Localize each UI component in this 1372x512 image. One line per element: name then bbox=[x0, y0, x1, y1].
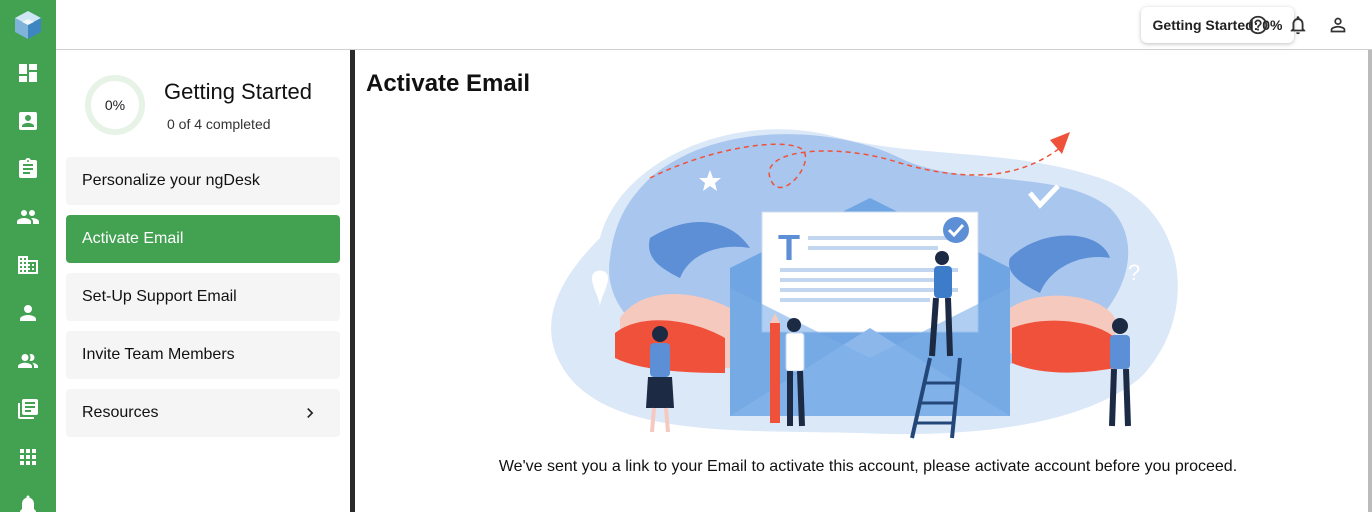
top-bar: Getting Started: 0% bbox=[56, 0, 1372, 50]
activation-message: We've sent you a link to your Email to a… bbox=[498, 458, 1238, 475]
step-support-email[interactable]: Set-Up Support Email bbox=[66, 273, 340, 321]
page-title: Activate Email bbox=[366, 70, 531, 97]
group-icon[interactable] bbox=[16, 349, 40, 373]
people-icon[interactable] bbox=[16, 205, 40, 229]
progress-percent-text: 0% bbox=[104, 97, 126, 113]
contact-card-icon[interactable] bbox=[16, 109, 40, 133]
step-label: Activate Email bbox=[82, 230, 184, 247]
step-label: Invite Team Members bbox=[82, 346, 235, 363]
account-icon[interactable] bbox=[1327, 14, 1349, 36]
help-icon[interactable] bbox=[1247, 14, 1269, 36]
panel-divider[interactable] bbox=[350, 50, 355, 512]
chevron-right-icon bbox=[300, 403, 320, 423]
left-nav-rail bbox=[0, 0, 56, 512]
articles-icon[interactable] bbox=[16, 397, 40, 421]
dashboard-icon[interactable] bbox=[16, 61, 40, 85]
apps-grid-icon[interactable] bbox=[16, 445, 40, 469]
panel-subtitle: 0 of 4 completed bbox=[167, 116, 271, 132]
step-activate-email[interactable]: Activate Email bbox=[66, 215, 340, 263]
building-icon[interactable] bbox=[16, 253, 40, 277]
step-label: Resources bbox=[82, 404, 159, 421]
svg-text:?: ? bbox=[1128, 260, 1140, 285]
svg-text:T: T bbox=[778, 227, 800, 268]
step-invite-team[interactable]: Invite Team Members bbox=[66, 331, 340, 379]
step-resources[interactable]: Resources bbox=[66, 389, 340, 437]
step-label: Set-Up Support Email bbox=[82, 288, 237, 305]
person-icon[interactable] bbox=[16, 301, 40, 325]
scrollbar[interactable] bbox=[1368, 50, 1372, 512]
getting-started-panel: 0% Getting Started 0 of 4 completed Pers… bbox=[56, 50, 350, 512]
panel-title: Getting Started bbox=[164, 79, 312, 104]
notifications-bell-icon[interactable] bbox=[1287, 14, 1309, 36]
bell-icon[interactable] bbox=[16, 493, 40, 512]
cube-logo-icon[interactable] bbox=[14, 10, 42, 40]
email-sent-illustration: T ? bbox=[551, 129, 1178, 439]
getting-started-button[interactable]: Getting Started: 0% bbox=[1141, 7, 1294, 43]
step-label: Personalize your ngDesk bbox=[82, 172, 260, 189]
clipboard-icon[interactable] bbox=[16, 157, 40, 181]
step-personalize[interactable]: Personalize your ngDesk bbox=[66, 157, 340, 205]
